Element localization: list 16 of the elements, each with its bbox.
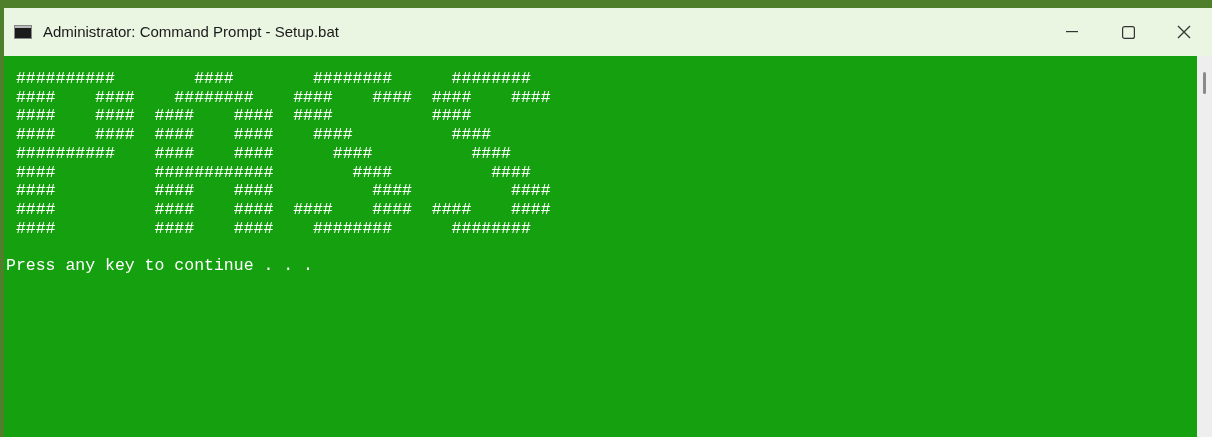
terminal-icon: [14, 25, 32, 39]
ascii-art-line: #### #### #### ######## ########: [14, 219, 531, 239]
console-prompt: Press any key to continue . . .: [6, 257, 313, 276]
maximize-icon: [1121, 25, 1135, 39]
scrollbar-thumb[interactable]: [1203, 72, 1206, 94]
ascii-art-line: ########## #### ######## ########: [14, 70, 531, 89]
ascii-art-line: #### ############ #### ####: [14, 163, 531, 183]
ascii-art-line: #### #### #### #### #### #### ####: [14, 200, 551, 220]
minimize-icon: [1066, 31, 1078, 33]
ascii-art-line: #### #### ######## #### #### #### ####: [14, 88, 551, 108]
close-icon: [1177, 25, 1191, 39]
ascii-art-line: ########## #### #### #### ####: [14, 144, 511, 164]
window-title: Administrator: Command Prompt - Setup.bat: [43, 21, 339, 42]
ascii-art-line: #### #### #### #### ####: [14, 182, 551, 201]
ascii-art-line: #### #### #### #### #### ####: [14, 126, 492, 145]
ascii-art-line: #### #### #### #### #### ####: [14, 107, 472, 127]
